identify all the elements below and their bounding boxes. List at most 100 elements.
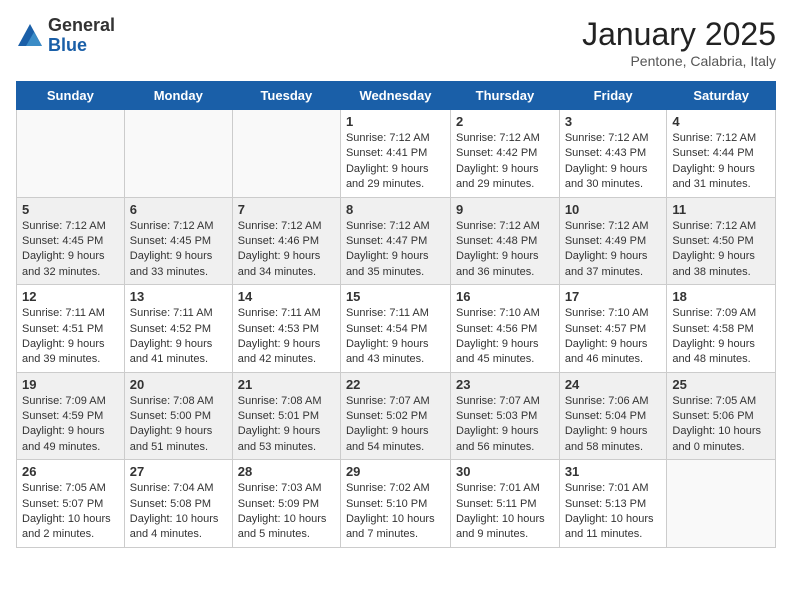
- day-number: 28: [238, 464, 335, 479]
- day-info: Sunrise: 7:11 AM Sunset: 4:54 PM Dayligh…: [346, 306, 445, 368]
- logo-icon: [16, 22, 44, 50]
- day-info: Sunrise: 7:12 AM Sunset: 4:46 PM Dayligh…: [238, 219, 335, 281]
- day-info: Sunrise: 7:06 AM Sunset: 5:04 PM Dayligh…: [565, 394, 662, 456]
- day-info: Sunrise: 7:12 AM Sunset: 4:42 PM Dayligh…: [456, 131, 554, 193]
- day-info: Sunrise: 7:12 AM Sunset: 4:41 PM Dayligh…: [346, 131, 445, 193]
- day-info: Sunrise: 7:12 AM Sunset: 4:47 PM Dayligh…: [346, 219, 445, 281]
- day-info: Sunrise: 7:10 AM Sunset: 4:56 PM Dayligh…: [456, 306, 554, 368]
- location: Pentone, Calabria, Italy: [582, 53, 776, 69]
- calendar-cell: 17 Sunrise: 7:10 AM Sunset: 4:57 PM Dayli…: [559, 285, 667, 373]
- day-info: Sunrise: 7:11 AM Sunset: 4:52 PM Dayligh…: [130, 306, 227, 368]
- weekday-header: Wednesday: [340, 82, 450, 110]
- day-number: 18: [672, 289, 770, 304]
- calendar-cell: 31Sunrise: 7:01 AM Sunset: 5:13 PM Dayli…: [559, 460, 667, 548]
- calendar-cell: 11 Sunrise: 7:12 AM Sunset: 4:50 PM Dayli…: [667, 197, 776, 285]
- weekday-header: Saturday: [667, 82, 776, 110]
- calendar-cell: 18Sunrise: 7:09 AM Sunset: 4:58 PM Dayli…: [667, 285, 776, 373]
- day-info: Sunrise: 7:11 AM Sunset: 4:53 PM Dayligh…: [238, 306, 335, 368]
- day-info: Sunrise: 7:04 AM Sunset: 5:08 PM Dayligh…: [130, 481, 227, 543]
- day-info: Sunrise: 7:12 AM Sunset: 4:44 PM Dayligh…: [672, 131, 770, 193]
- day-number: 12: [22, 289, 119, 304]
- calendar-cell: 4 Sunrise: 7:12 AM Sunset: 4:44 PM Daylig…: [667, 110, 776, 198]
- calendar-cell: 7 Sunrise: 7:12 AM Sunset: 4:46 PM Daylig…: [232, 197, 340, 285]
- day-number: 5: [22, 202, 119, 217]
- day-info: Sunrise: 7:11 AM Sunset: 4:51 PM Dayligh…: [22, 306, 119, 368]
- day-number: 11: [672, 202, 770, 217]
- weekday-header: Monday: [124, 82, 232, 110]
- day-number: 9: [456, 202, 554, 217]
- weekday-header: Thursday: [451, 82, 560, 110]
- weekday-header-row: SundayMondayTuesdayWednesdayThursdayFrid…: [17, 82, 776, 110]
- calendar-cell: 8 Sunrise: 7:12 AM Sunset: 4:47 PM Daylig…: [340, 197, 450, 285]
- calendar-cell: 22Sunrise: 7:07 AM Sunset: 5:02 PM Dayli…: [340, 372, 450, 460]
- calendar-cell: [667, 460, 776, 548]
- logo-blue: Blue: [48, 36, 115, 56]
- day-number: 13: [130, 289, 227, 304]
- calendar-cell: [232, 110, 340, 198]
- logo-general: General: [48, 16, 115, 36]
- day-number: 24: [565, 377, 662, 392]
- calendar-cell: 19Sunrise: 7:09 AM Sunset: 4:59 PM Dayli…: [17, 372, 125, 460]
- weekday-header: Friday: [559, 82, 667, 110]
- day-number: 10: [565, 202, 662, 217]
- day-number: 23: [456, 377, 554, 392]
- calendar-cell: 12 Sunrise: 7:11 AM Sunset: 4:51 PM Dayli…: [17, 285, 125, 373]
- day-number: 25: [672, 377, 770, 392]
- day-info: Sunrise: 7:10 AM Sunset: 4:57 PM Dayligh…: [565, 306, 662, 368]
- day-number: 14: [238, 289, 335, 304]
- day-number: 31: [565, 464, 662, 479]
- day-number: 20: [130, 377, 227, 392]
- day-info: Sunrise: 7:07 AM Sunset: 5:03 PM Dayligh…: [456, 394, 554, 456]
- calendar-cell: 5 Sunrise: 7:12 AM Sunset: 4:45 PM Daylig…: [17, 197, 125, 285]
- month-title: January 2025: [582, 16, 776, 53]
- calendar-cell: 27 Sunrise: 7:04 AM Sunset: 5:08 PM Dayli…: [124, 460, 232, 548]
- calendar-cell: 15Sunrise: 7:11 AM Sunset: 4:54 PM Dayli…: [340, 285, 450, 373]
- day-number: 8: [346, 202, 445, 217]
- day-number: 3: [565, 114, 662, 129]
- title-block: January 2025 Pentone, Calabria, Italy: [582, 16, 776, 69]
- day-number: 22: [346, 377, 445, 392]
- day-info: Sunrise: 7:08 AM Sunset: 5:00 PM Dayligh…: [130, 394, 227, 456]
- calendar-week-row: 1 Sunrise: 7:12 AM Sunset: 4:41 PM Daylig…: [17, 110, 776, 198]
- day-info: Sunrise: 7:12 AM Sunset: 4:48 PM Dayligh…: [456, 219, 554, 281]
- day-number: 29: [346, 464, 445, 479]
- day-info: Sunrise: 7:08 AM Sunset: 5:01 PM Dayligh…: [238, 394, 335, 456]
- calendar-cell: [17, 110, 125, 198]
- day-info: Sunrise: 7:12 AM Sunset: 4:43 PM Dayligh…: [565, 131, 662, 193]
- day-info: Sunrise: 7:05 AM Sunset: 5:06 PM Dayligh…: [672, 394, 770, 456]
- day-info: Sunrise: 7:12 AM Sunset: 4:45 PM Dayligh…: [22, 219, 119, 281]
- calendar-cell: 1 Sunrise: 7:12 AM Sunset: 4:41 PM Daylig…: [340, 110, 450, 198]
- day-number: 7: [238, 202, 335, 217]
- calendar-cell: 24 Sunrise: 7:06 AM Sunset: 5:04 PM Dayli…: [559, 372, 667, 460]
- calendar-week-row: 19Sunrise: 7:09 AM Sunset: 4:59 PM Dayli…: [17, 372, 776, 460]
- calendar-cell: 20 Sunrise: 7:08 AM Sunset: 5:00 PM Dayli…: [124, 372, 232, 460]
- day-number: 1: [346, 114, 445, 129]
- weekday-header: Sunday: [17, 82, 125, 110]
- day-number: 17: [565, 289, 662, 304]
- calendar-cell: 29Sunrise: 7:02 AM Sunset: 5:10 PM Dayli…: [340, 460, 450, 548]
- calendar-week-row: 5 Sunrise: 7:12 AM Sunset: 4:45 PM Daylig…: [17, 197, 776, 285]
- logo: General Blue: [16, 16, 115, 56]
- calendar-cell: 3 Sunrise: 7:12 AM Sunset: 4:43 PM Daylig…: [559, 110, 667, 198]
- calendar-week-row: 26Sunrise: 7:05 AM Sunset: 5:07 PM Dayli…: [17, 460, 776, 548]
- calendar-cell: 13 Sunrise: 7:11 AM Sunset: 4:52 PM Dayli…: [124, 285, 232, 373]
- day-info: Sunrise: 7:12 AM Sunset: 4:49 PM Dayligh…: [565, 219, 662, 281]
- calendar-cell: 28Sunrise: 7:03 AM Sunset: 5:09 PM Dayli…: [232, 460, 340, 548]
- day-number: 26: [22, 464, 119, 479]
- day-info: Sunrise: 7:12 AM Sunset: 4:50 PM Dayligh…: [672, 219, 770, 281]
- calendar-cell: [124, 110, 232, 198]
- calendar: SundayMondayTuesdayWednesdayThursdayFrid…: [16, 81, 776, 548]
- day-number: 27: [130, 464, 227, 479]
- day-info: Sunrise: 7:09 AM Sunset: 4:59 PM Dayligh…: [22, 394, 119, 456]
- calendar-cell: 30Sunrise: 7:01 AM Sunset: 5:11 PM Dayli…: [451, 460, 560, 548]
- calendar-cell: 14 Sunrise: 7:11 AM Sunset: 4:53 PM Dayli…: [232, 285, 340, 373]
- calendar-cell: 10 Sunrise: 7:12 AM Sunset: 4:49 PM Dayli…: [559, 197, 667, 285]
- weekday-header: Tuesday: [232, 82, 340, 110]
- day-number: 2: [456, 114, 554, 129]
- calendar-cell: 21Sunrise: 7:08 AM Sunset: 5:01 PM Dayli…: [232, 372, 340, 460]
- day-info: Sunrise: 7:01 AM Sunset: 5:11 PM Dayligh…: [456, 481, 554, 543]
- calendar-week-row: 12 Sunrise: 7:11 AM Sunset: 4:51 PM Dayli…: [17, 285, 776, 373]
- day-number: 4: [672, 114, 770, 129]
- calendar-cell: 16Sunrise: 7:10 AM Sunset: 4:56 PM Dayli…: [451, 285, 560, 373]
- calendar-cell: 6Sunrise: 7:12 AM Sunset: 4:45 PM Daylig…: [124, 197, 232, 285]
